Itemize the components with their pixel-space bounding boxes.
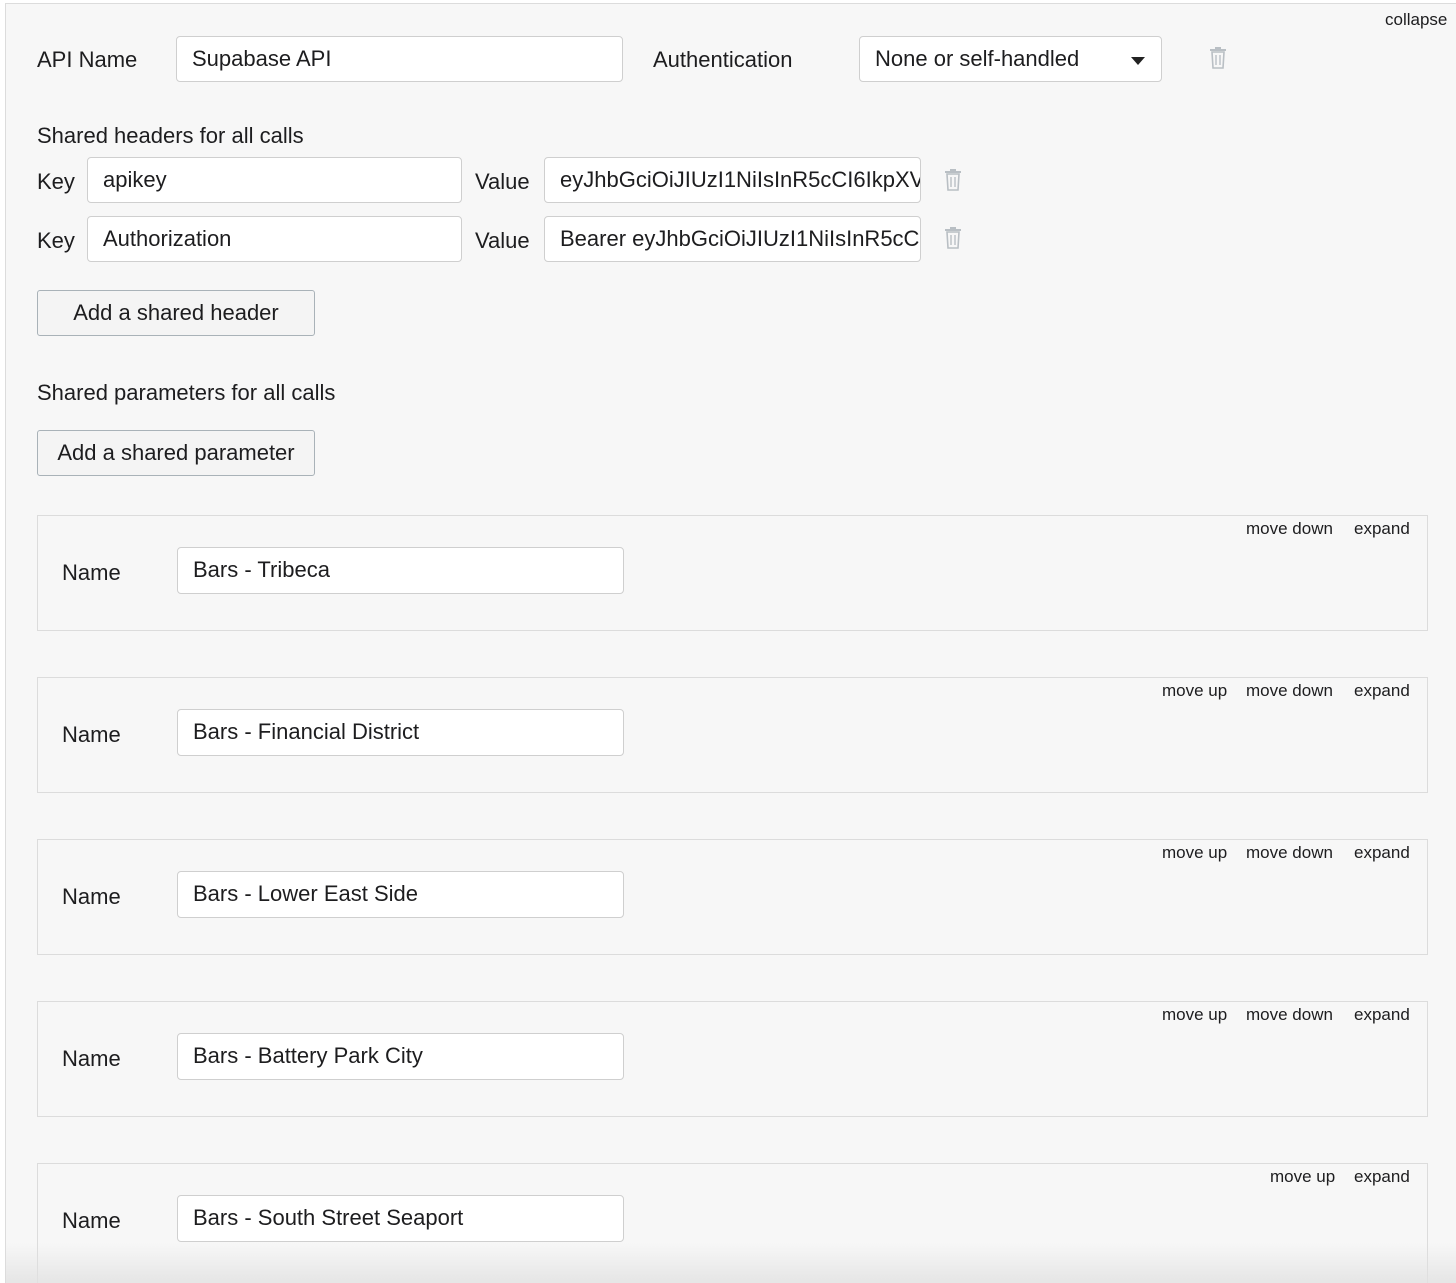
call-name-input[interactable]: Bars - Battery Park City [177, 1033, 624, 1080]
delete-api-trash-icon[interactable] [1208, 46, 1228, 70]
call-name-label: Name [62, 1046, 121, 1071]
authentication-label: Authentication [653, 47, 793, 72]
expand-link[interactable]: expand [1354, 681, 1410, 701]
header-value-input[interactable]: eyJhbGciOiJIUzI1NiIsInR5cCI6IkpXVCJ9 [544, 157, 921, 203]
collapse-link[interactable]: collapse [1385, 10, 1447, 30]
call-name-label: Name [62, 884, 121, 909]
header-value-label: Value [475, 228, 530, 253]
header-key-input[interactable]: Authorization [87, 216, 462, 262]
move-down-link[interactable]: move down [1246, 843, 1333, 863]
header-value-input[interactable]: Bearer eyJhbGciOiJIUzI1NiIsInR5cCI6IkpXV… [544, 216, 921, 262]
header-key-label: Key [37, 228, 75, 253]
scroll-fade [6, 1243, 1456, 1283]
call-name-label: Name [62, 560, 121, 585]
expand-link[interactable]: expand [1354, 843, 1410, 863]
call-name-label: Name [62, 1208, 121, 1233]
shared-headers-title: Shared headers for all calls [37, 123, 304, 148]
expand-link[interactable]: expand [1354, 1005, 1410, 1025]
add-shared-parameter-button[interactable]: Add a shared parameter [37, 430, 315, 476]
call-name-input[interactable]: Bars - South Street Seaport [177, 1195, 624, 1242]
move-down-link[interactable]: move down [1246, 519, 1333, 539]
move-up-link[interactable]: move up [1162, 1005, 1227, 1025]
move-up-link[interactable]: move up [1162, 843, 1227, 863]
caret-down-icon [1131, 57, 1145, 65]
shared-parameters-title: Shared parameters for all calls [37, 380, 336, 405]
header-key-input[interactable]: apikey [87, 157, 462, 203]
expand-link[interactable]: expand [1354, 519, 1410, 539]
api-connector-panel: collapse API Name Supabase API Authentic… [5, 3, 1456, 1283]
call-name-label: Name [62, 722, 121, 747]
delete-header-trash-icon[interactable] [943, 168, 963, 192]
call-name-input[interactable]: Bars - Tribeca [177, 547, 624, 594]
api-call-card: move up move down expand Name Bars - Fin… [37, 677, 1428, 793]
api-name-label: API Name [37, 47, 138, 72]
add-shared-header-button[interactable]: Add a shared header [37, 290, 315, 336]
move-down-link[interactable]: move down [1246, 1005, 1333, 1025]
header-key-label: Key [37, 169, 75, 194]
api-call-card: move up move down expand Name Bars - Bat… [37, 1001, 1428, 1117]
expand-link[interactable]: expand [1354, 1167, 1410, 1187]
api-name-input[interactable]: Supabase API [176, 36, 623, 82]
delete-header-trash-icon[interactable] [943, 226, 963, 250]
authentication-select[interactable]: None or self-handled [859, 36, 1162, 82]
move-up-link[interactable]: move up [1162, 681, 1227, 701]
call-name-input[interactable]: Bars - Financial District [177, 709, 624, 756]
api-call-card: move down expand Name Bars - Tribeca [37, 515, 1428, 631]
header-value-label: Value [475, 169, 530, 194]
move-up-link[interactable]: move up [1270, 1167, 1335, 1187]
authentication-select-value: None or self-handled [875, 46, 1080, 71]
move-down-link[interactable]: move down [1246, 681, 1333, 701]
call-name-input[interactable]: Bars - Lower East Side [177, 871, 624, 918]
api-call-card: move up move down expand Name Bars - Low… [37, 839, 1428, 955]
